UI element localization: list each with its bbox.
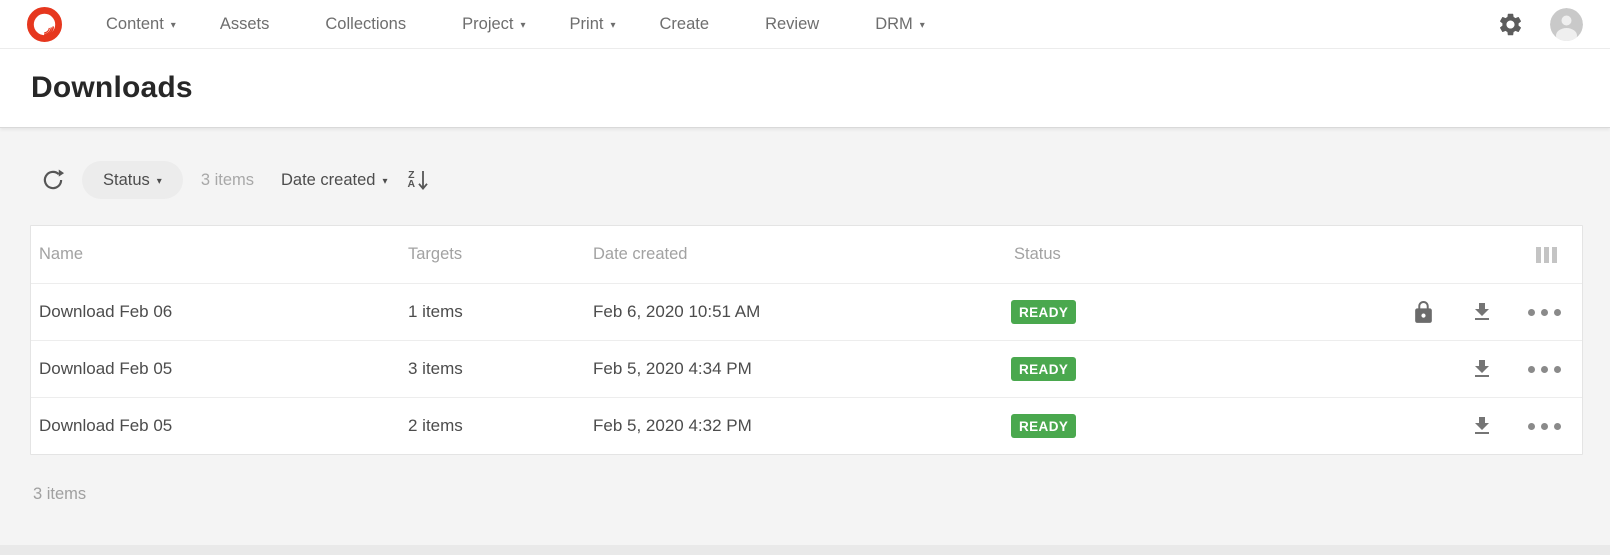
refresh-icon <box>43 169 65 190</box>
page-title: Downloads <box>31 71 193 104</box>
nav-item-print[interactable]: Print ▾ <box>570 15 616 34</box>
user-avatar-icon <box>1550 7 1583 41</box>
brand-logo[interactable] <box>27 6 62 42</box>
table-row[interactable]: Download Feb 05 2 items Feb 5, 2020 4:32… <box>31 397 1582 454</box>
nav-item-drm[interactable]: DRM ▾ <box>875 15 925 34</box>
column-settings-icon <box>1536 246 1541 263</box>
brand-ring-logo <box>27 6 62 42</box>
cell-date-created: Feb 5, 2020 4:34 PM <box>593 359 752 378</box>
ellipsis-icon <box>1528 422 1561 430</box>
column-header-targets[interactable]: Targets <box>408 245 593 264</box>
download-button[interactable] <box>1469 299 1495 325</box>
ellipsis-icon <box>1528 365 1561 373</box>
gear-icon <box>1499 13 1522 35</box>
cell-name: Download Feb 05 <box>39 359 173 378</box>
arrow-down-icon <box>418 171 428 191</box>
status-badge: READY <box>1011 414 1077 438</box>
nav-item-label: Review <box>765 14 820 33</box>
settings-button[interactable] <box>1497 11 1524 38</box>
status-badge: READY <box>1011 300 1077 324</box>
download-icon <box>1475 303 1489 320</box>
cell-targets: 3 items <box>408 359 463 378</box>
caret-down-icon: ▾ <box>520 19 526 31</box>
cell-targets: 2 items <box>408 416 463 435</box>
status-badge: READY <box>1011 357 1077 381</box>
top-navbar: Content ▾ Assets ▾ Collections ▾ Project… <box>0 0 1610 49</box>
more-actions-button[interactable] <box>1528 365 1561 373</box>
table-row[interactable]: Download Feb 06 1 items Feb 6, 2020 10:5… <box>31 283 1582 340</box>
caret-down-icon: ▾ <box>156 175 162 187</box>
page-header: Downloads <box>0 49 1610 128</box>
table-header-row: Name Targets Date created Status <box>31 226 1582 283</box>
toolbar-items-count: 3 items <box>200 170 254 189</box>
nav-item-label: Project <box>462 14 514 33</box>
caret-down-icon: ▾ <box>919 19 925 31</box>
caret-down-icon: ▾ <box>382 175 388 187</box>
main-menu: Content ▾ Assets ▾ Collections ▾ Project… <box>106 15 1497 34</box>
download-button[interactable] <box>1469 413 1495 439</box>
sort-direction-button[interactable]: Z A <box>408 169 430 191</box>
download-icon <box>1475 360 1489 377</box>
cell-targets: 1 items <box>408 302 463 321</box>
refresh-button[interactable] <box>40 167 66 193</box>
nav-item-review[interactable]: Review ▾ <box>765 15 831 34</box>
nav-item-assets[interactable]: Assets ▾ <box>220 15 282 34</box>
caret-down-icon: ▾ <box>610 19 616 31</box>
nav-item-create[interactable]: Create ▾ <box>660 15 722 34</box>
downloads-table: Name Targets Date created Status Downloa… <box>30 225 1583 455</box>
nav-item-collections[interactable]: Collections ▾ <box>325 15 418 34</box>
viewport-bottom-edge <box>0 545 1610 555</box>
user-avatar[interactable] <box>1550 7 1583 41</box>
nav-item-label: DRM <box>875 14 913 33</box>
column-header-name[interactable]: Name <box>31 245 408 264</box>
ellipsis-icon <box>1528 308 1561 316</box>
cell-name: Download Feb 05 <box>39 416 173 435</box>
sort-descending-icon: Z A <box>407 170 416 190</box>
more-actions-button[interactable] <box>1528 308 1561 316</box>
nav-item-label: Print <box>569 14 604 33</box>
nav-item-label: Create <box>659 14 710 33</box>
nav-item-label: Collections <box>325 14 407 33</box>
cell-date-created: Feb 6, 2020 10:51 AM <box>593 302 761 321</box>
caret-down-icon: ▾ <box>170 19 176 31</box>
footer-items-count: 3 items <box>33 485 87 503</box>
column-header-status[interactable]: Status <box>1011 245 1381 264</box>
column-settings-button[interactable] <box>1536 246 1582 263</box>
nav-item-label: Assets <box>219 14 270 33</box>
sort-field-label: Date created <box>281 170 376 189</box>
status-filter-button[interactable]: Status ▾ <box>82 161 183 199</box>
navbar-right <box>1497 7 1583 41</box>
nav-item-label: Content <box>106 14 164 33</box>
nav-item-content[interactable]: Content ▾ <box>106 15 176 34</box>
download-button[interactable] <box>1469 356 1495 382</box>
cell-name: Download Feb 06 <box>39 302 173 321</box>
lock-icon <box>1410 299 1436 325</box>
nav-item-project[interactable]: Project ▾ <box>462 15 525 34</box>
downloads-toolbar: Status ▾ 3 items Date created ▾ Z A <box>40 161 1610 199</box>
download-icon <box>1475 417 1489 434</box>
cell-date-created: Feb 5, 2020 4:32 PM <box>593 416 752 435</box>
sort-letter-bottom: A <box>407 178 416 190</box>
sort-field-dropdown[interactable]: Date created ▾ <box>281 171 388 190</box>
column-header-date-created[interactable]: Date created <box>593 245 1011 264</box>
more-actions-button[interactable] <box>1528 422 1561 430</box>
status-filter-label: Status <box>103 170 150 189</box>
table-row[interactable]: Download Feb 05 3 items Feb 5, 2020 4:34… <box>31 340 1582 397</box>
